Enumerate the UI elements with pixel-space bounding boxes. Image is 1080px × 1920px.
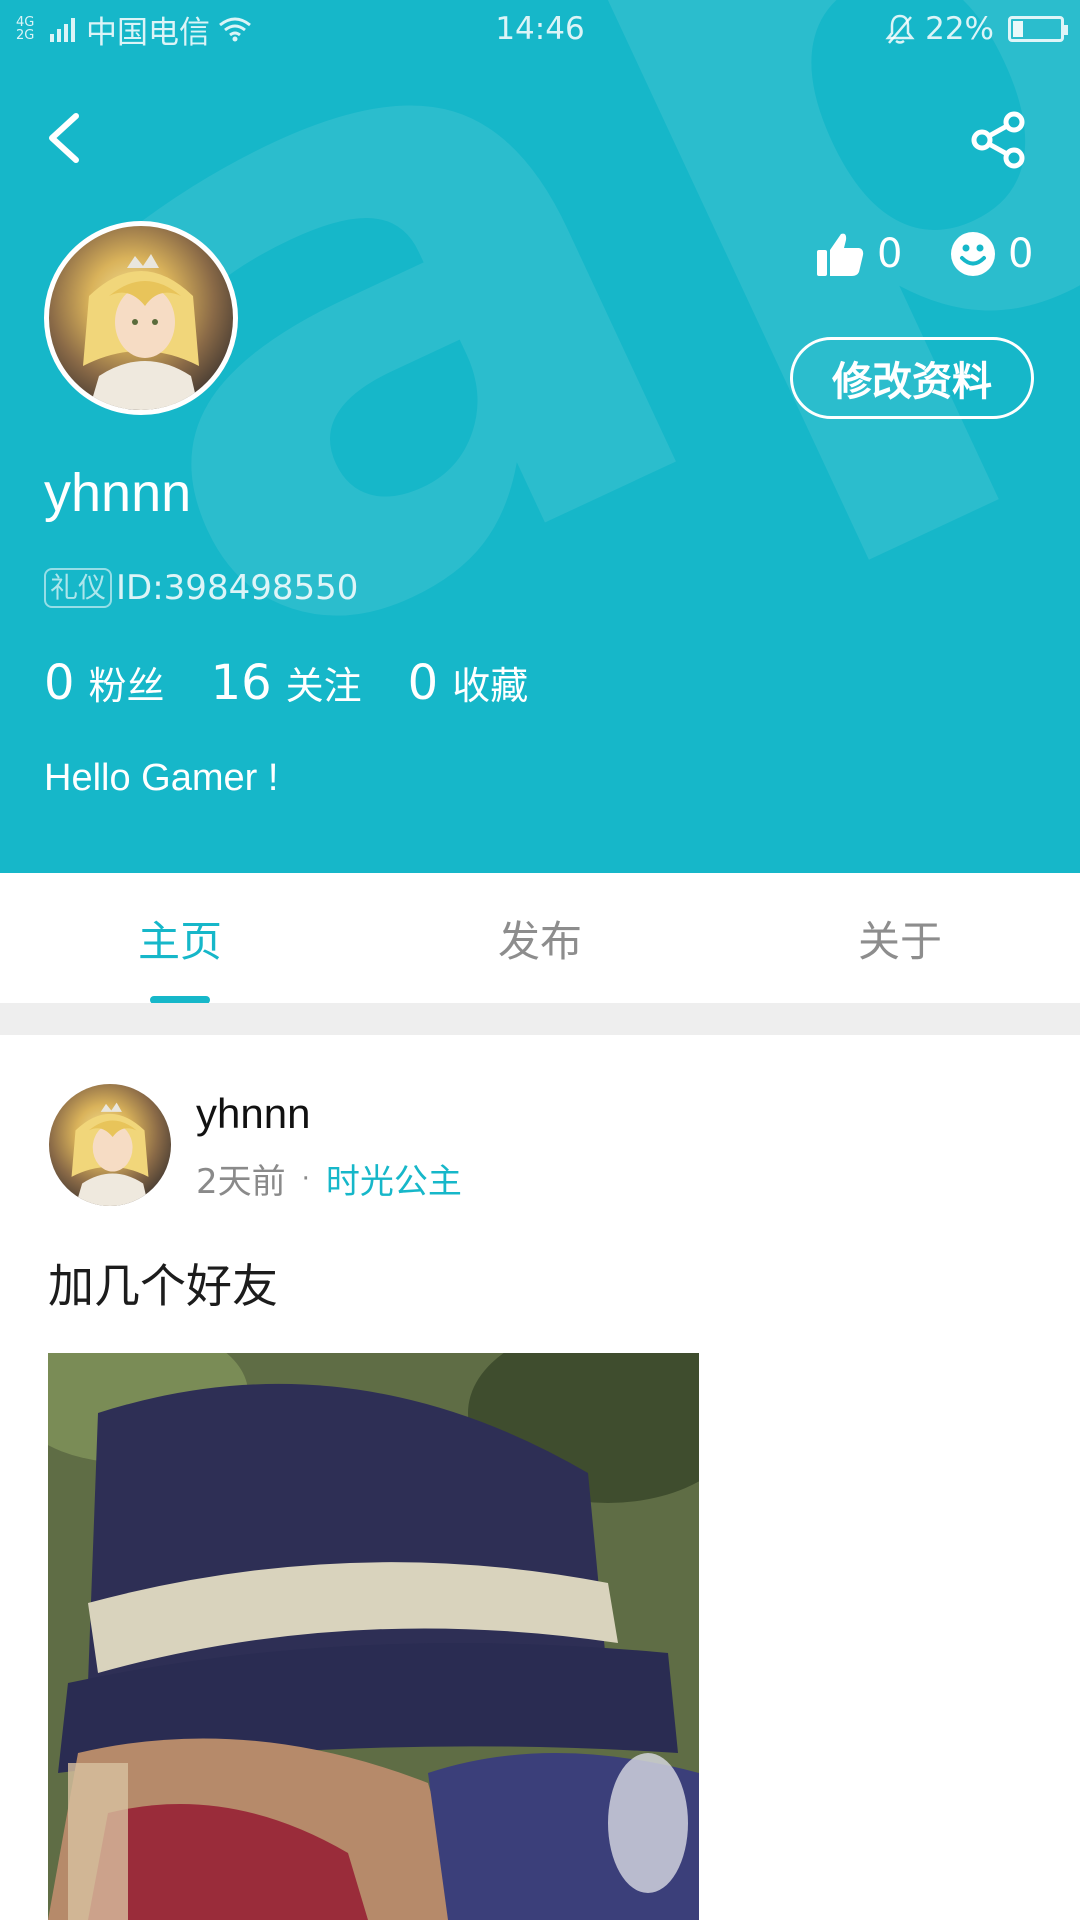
post-time: 2天前 xyxy=(196,1162,286,1202)
post-meta: 2天前 · 时光公主 xyxy=(196,1154,462,1203)
profile-username: yhnnn xyxy=(44,463,192,523)
bell-muted-icon xyxy=(885,14,915,44)
smiles-stat: 0 xyxy=(950,224,1033,284)
tab-posts[interactable]: 发布 xyxy=(360,873,720,1003)
post-avatar[interactable] xyxy=(49,1084,171,1206)
edit-profile-button[interactable]: 修改资料 xyxy=(790,337,1034,419)
thumbs-up-icon xyxy=(817,233,864,276)
post-avatar-image xyxy=(71,1102,149,1206)
smiles-count: 0 xyxy=(1008,231,1034,277)
post-game-link[interactable]: 时光公主 xyxy=(326,1154,462,1203)
title-badge[interactable]: 礼仪 xyxy=(44,568,113,608)
battery-fill xyxy=(1013,21,1023,37)
id-row: 礼仪 ID:398498550 xyxy=(44,566,358,610)
favorites-label[interactable]: 收藏 xyxy=(452,655,528,710)
follow-counts: 0 粉丝 16 关注 0 收藏 xyxy=(44,655,574,711)
likes-count: 0 xyxy=(877,231,903,277)
section-divider xyxy=(0,1003,1080,1035)
share-icon[interactable] xyxy=(968,110,1028,170)
user-id: ID:398498550 xyxy=(116,568,359,608)
battery-percent: 22% xyxy=(925,11,994,47)
status-bar: 4G 2G 中国电信 14:46 22% xyxy=(0,0,1080,58)
following-count[interactable]: 16 xyxy=(211,655,272,711)
meta-separator: · xyxy=(301,1163,310,1194)
avatar[interactable] xyxy=(44,221,238,415)
tab-home[interactable]: 主页 xyxy=(0,873,360,1003)
back-icon[interactable] xyxy=(40,108,90,168)
following-label[interactable]: 关注 xyxy=(286,655,362,710)
likes-stat: 0 xyxy=(815,224,902,284)
smile-icon xyxy=(951,232,995,276)
tab-about[interactable]: 关于 xyxy=(720,873,1080,1003)
post-image[interactable] xyxy=(48,1353,699,1920)
avatar-image xyxy=(83,254,199,410)
profile-bio: Hello Gamer ! xyxy=(44,757,279,799)
post-username[interactable]: yhnnn xyxy=(196,1090,310,1138)
favorites-count[interactable]: 0 xyxy=(408,655,439,711)
fans-count[interactable]: 0 xyxy=(44,655,75,711)
battery-icon xyxy=(1008,16,1068,42)
post-text[interactable]: 加几个好友 xyxy=(48,1250,278,1316)
post-photo xyxy=(48,1353,699,1920)
profile-tabs: 主页 发布 关于 xyxy=(0,873,1080,1003)
status-right: 22% xyxy=(885,8,1068,50)
profile-header: aptap 4G 2G 中国电信 14:46 22% xyxy=(0,0,1080,873)
fans-label[interactable]: 粉丝 xyxy=(89,655,165,710)
